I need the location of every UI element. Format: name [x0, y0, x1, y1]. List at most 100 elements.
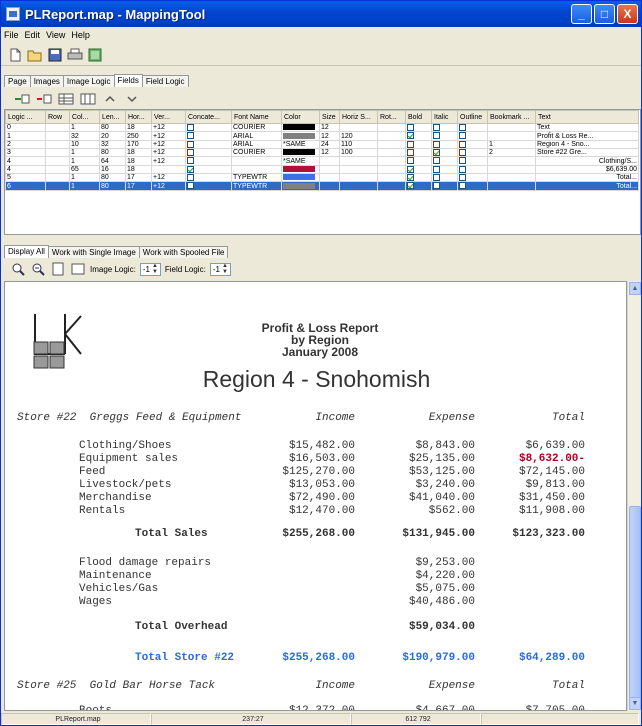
cell-len[interactable]: 80 [99, 122, 126, 133]
cell-len[interactable]: 20 [99, 131, 126, 141]
cell-logic[interactable]: 4 [5, 156, 46, 166]
tab-page[interactable]: Page [4, 75, 31, 87]
cell-row[interactable] [45, 148, 70, 158]
cell-concat[interactable] [185, 156, 232, 166]
cell-text[interactable]: Region 4 - Sno... [535, 139, 639, 150]
cell-row[interactable] [45, 173, 70, 183]
checkbox[interactable] [187, 149, 194, 156]
checkbox[interactable] [187, 157, 194, 165]
cell-rot[interactable] [377, 122, 406, 133]
cell-row[interactable] [45, 156, 70, 166]
cell-ver[interactable]: +12 [151, 131, 186, 141]
checkbox[interactable] [407, 149, 414, 156]
cell-italic[interactable] [431, 148, 458, 158]
grid-column-header[interactable]: Bold [405, 110, 432, 124]
cell-concat[interactable] [185, 173, 232, 183]
cell-italic[interactable] [431, 122, 458, 133]
checkbox[interactable] [407, 166, 414, 173]
checkbox[interactable] [187, 174, 194, 181]
vertical-scrollbar[interactable]: ▲ ▼ [627, 281, 641, 711]
grid-column-header[interactable]: Size [319, 110, 340, 124]
checkbox[interactable] [187, 166, 194, 173]
cell-text[interactable]: Store #22 Gre... [535, 148, 639, 158]
table-row[interactable]: 0 1 80 18 +12 COURIER 12 Text [5, 122, 639, 133]
cell-concat[interactable] [185, 122, 232, 133]
cell-rot[interactable] [377, 173, 406, 183]
checkbox[interactable] [433, 149, 440, 156]
cell-font[interactable]: TYPEWTR [231, 181, 282, 191]
cell-horiz[interactable] [339, 181, 378, 191]
cell-bookmark[interactable] [487, 156, 536, 166]
table-row[interactable]: 5 1 80 17 +12 TYPEWTR Total... [5, 173, 639, 183]
cell-logic[interactable]: 4 [5, 164, 46, 175]
grid-column-header[interactable]: Italic [431, 110, 458, 124]
cell-bold[interactable] [405, 139, 432, 150]
cell-ver[interactable]: +12 [151, 173, 186, 183]
minimize-button[interactable]: _ [571, 4, 592, 24]
cell-size[interactable] [319, 181, 340, 191]
checkbox[interactable] [433, 174, 440, 181]
open-folder-icon[interactable] [27, 47, 43, 63]
scroll-up-icon[interactable]: ▲ [629, 282, 641, 295]
cell-italic[interactable] [431, 164, 458, 175]
checkbox[interactable] [433, 157, 440, 165]
checkbox[interactable] [187, 141, 194, 148]
cell-color[interactable]: *SAME [281, 156, 320, 166]
save-icon[interactable] [47, 47, 63, 63]
cell-hor[interactable]: 18 [125, 164, 152, 175]
cell-col[interactable]: 1 [69, 156, 100, 166]
cell-horiz[interactable] [339, 122, 378, 133]
fit-page-icon[interactable] [50, 261, 66, 277]
table-row[interactable]: 1 32 20 250 +12 ARIAL 12 120 Profit & Loss Re... [5, 131, 639, 141]
cell-row[interactable] [45, 181, 70, 191]
cell-text[interactable]: Clothing/S... [535, 156, 639, 166]
tab-single-image[interactable]: Work with Single Image [47, 246, 140, 258]
tab-images[interactable]: Images [29, 75, 64, 87]
cell-bookmark[interactable] [487, 122, 536, 133]
cell-italic[interactable] [431, 156, 458, 166]
checkbox[interactable] [459, 166, 466, 173]
cell-bold[interactable] [405, 131, 432, 141]
cell-rot[interactable] [377, 148, 406, 158]
cell-concat[interactable] [185, 164, 232, 175]
image-icon[interactable] [87, 47, 103, 63]
cell-len[interactable]: 80 [99, 181, 126, 191]
cell-concat[interactable] [185, 139, 232, 150]
cell-horiz[interactable] [339, 164, 378, 175]
tab-image-logic[interactable]: Image Logic [62, 75, 115, 87]
cell-logic[interactable]: 3 [5, 148, 46, 158]
checkbox[interactable] [433, 166, 440, 173]
cell-concat[interactable] [185, 131, 232, 141]
table-row[interactable]: 4 1 64 18 +12 *SAME Clothing/S... [5, 156, 639, 166]
cell-len[interactable]: 32 [99, 139, 126, 150]
cell-rot[interactable] [377, 181, 406, 191]
maximize-button[interactable]: □ [594, 4, 615, 24]
cell-bold[interactable] [405, 164, 432, 175]
title-bar[interactable]: PLReport.map - MappingTool _ □ X [1, 1, 641, 27]
cell-row[interactable] [45, 164, 70, 175]
cell-logic[interactable]: 0 [5, 122, 46, 133]
cell-font[interactable]: COURIER [231, 122, 282, 133]
checkbox[interactable] [459, 174, 466, 181]
cell-horiz[interactable] [339, 156, 378, 166]
cell-len[interactable]: 80 [99, 148, 126, 158]
grid-column-header[interactable]: Hor... [125, 110, 152, 124]
cell-font[interactable]: ARIAL [231, 131, 282, 141]
cell-bookmark[interactable] [487, 173, 536, 183]
checkbox[interactable] [407, 124, 414, 131]
cell-logic[interactable]: 5 [5, 173, 46, 183]
cell-color[interactable] [281, 173, 320, 183]
cell-italic[interactable] [431, 139, 458, 150]
grid-column-header[interactable]: Color [281, 110, 320, 124]
tab-fields[interactable]: Fields [113, 74, 143, 87]
cell-hor[interactable]: 17 [125, 173, 152, 183]
cell-hor[interactable]: 17 [125, 181, 152, 191]
cell-ver[interactable]: +12 [151, 122, 186, 133]
checkbox[interactable] [459, 149, 466, 156]
checkbox[interactable] [187, 124, 194, 131]
cell-size[interactable]: 24 [319, 139, 340, 150]
cell-size[interactable] [319, 156, 340, 166]
cell-size[interactable]: 12 [319, 148, 340, 158]
cell-col[interactable]: 1 [69, 181, 100, 191]
grid-column-header[interactable]: Ver... [151, 110, 186, 124]
